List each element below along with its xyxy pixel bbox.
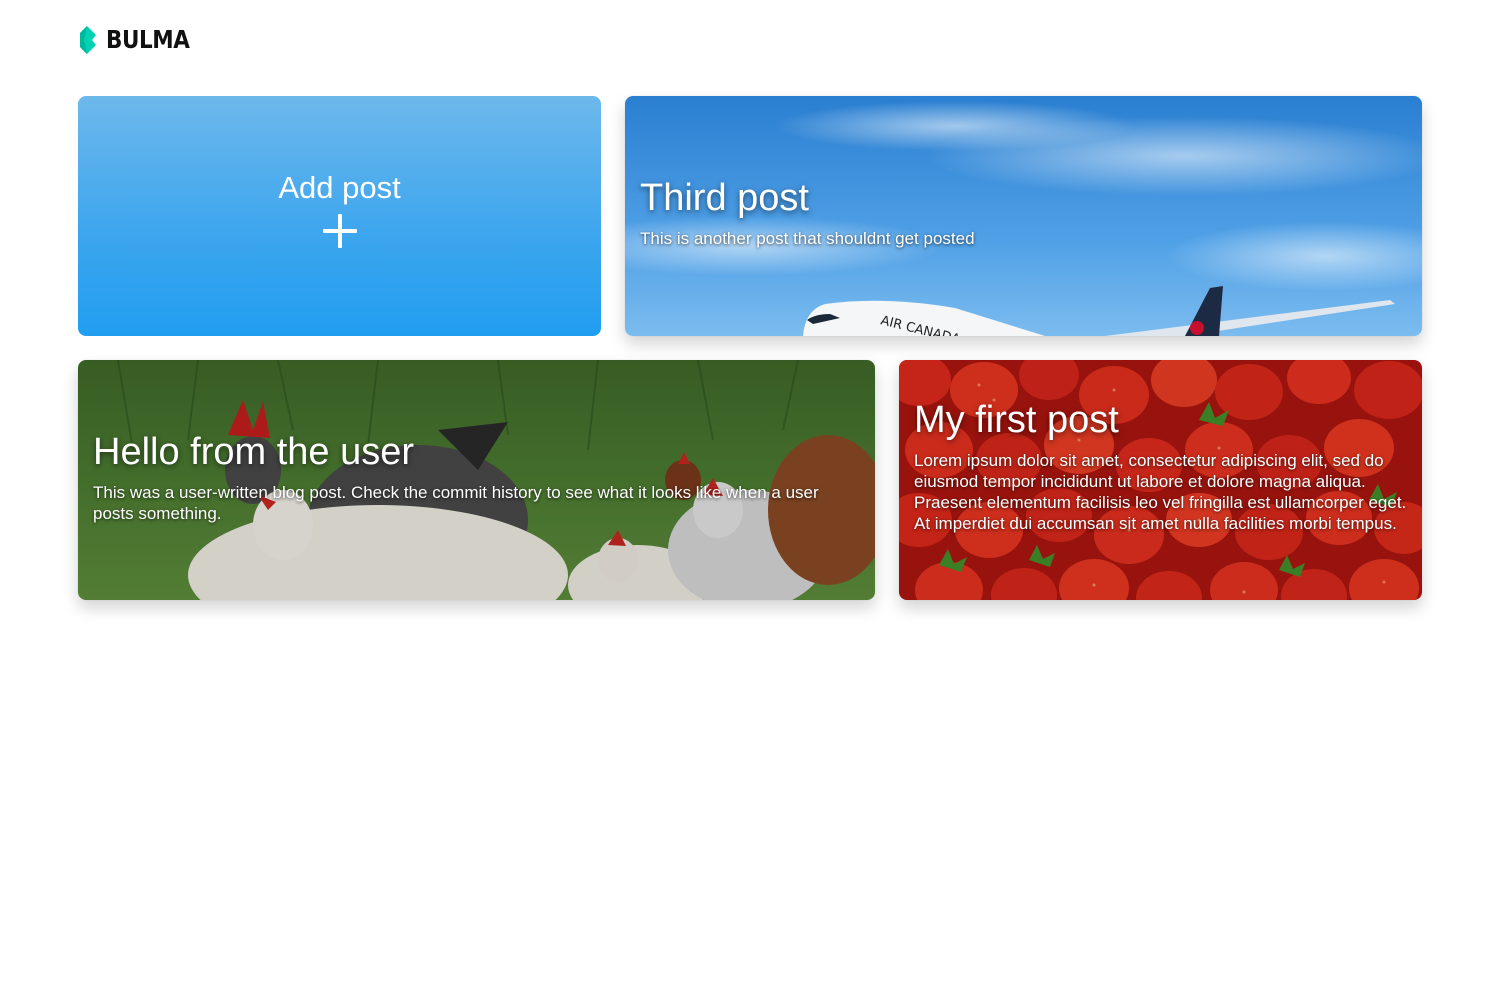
post-title: My first post	[914, 399, 1119, 441]
add-post-label: Add post	[278, 170, 401, 205]
post-title: Hello from the user	[93, 431, 415, 473]
post-description: This is another post that shouldnt get p…	[640, 229, 975, 248]
post-card-first[interactable]: My first post Lorem ipsum dolor sit amet…	[899, 360, 1422, 600]
post-description: Lorem ipsum dolor sit amet, consectetur …	[914, 451, 1407, 533]
navbar: BULMA	[78, 24, 203, 56]
post-description: This was a user-written blog post. Check…	[93, 483, 819, 523]
post-content: Third post This is another post that sho…	[640, 176, 1407, 249]
post-card-hello[interactable]: Hello from the user This was a user-writ…	[78, 360, 875, 600]
plus-icon	[322, 214, 357, 248]
post-card-third[interactable]: AIR CANADA Third post This is another po…	[625, 96, 1422, 336]
post-content: My first post Lorem ipsum dolor sit amet…	[914, 398, 1407, 534]
post-title: Third post	[640, 177, 809, 219]
bulma-logo-icon[interactable]	[78, 25, 98, 55]
brand-name[interactable]: BULMA	[106, 25, 190, 55]
add-post-card[interactable]: Add post	[78, 96, 601, 336]
post-content: Hello from the user This was a user-writ…	[93, 430, 850, 524]
